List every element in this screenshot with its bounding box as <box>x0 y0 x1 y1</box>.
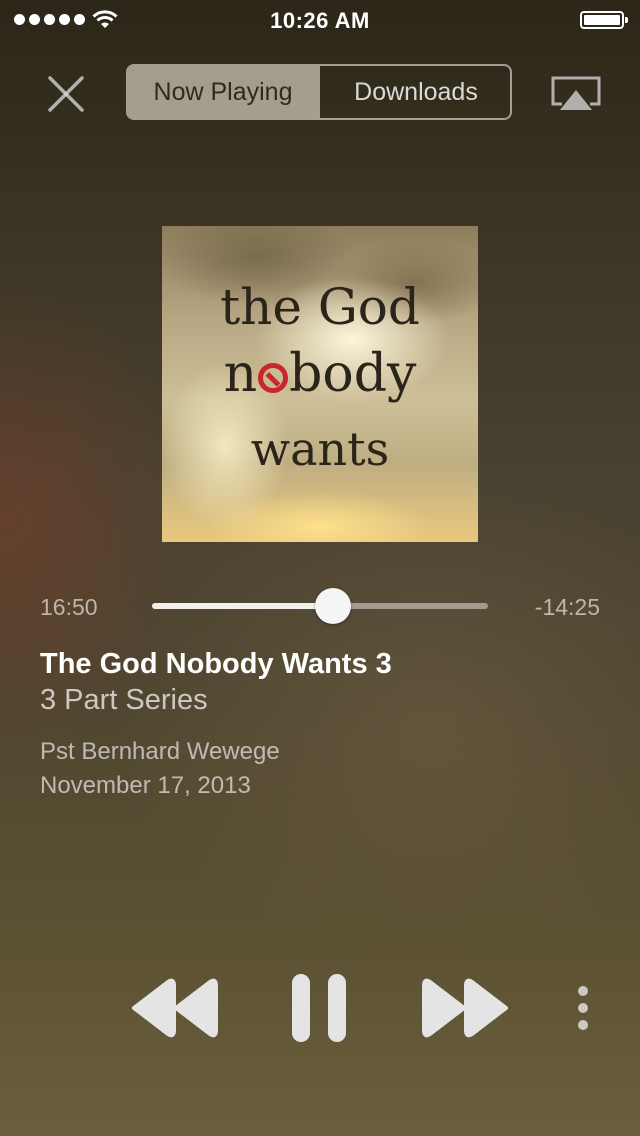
close-icon <box>48 76 84 112</box>
track-date: November 17, 2013 <box>40 772 251 799</box>
artwork-title-line: the God <box>220 278 420 336</box>
track-title: The God Nobody Wants 3 <box>40 648 392 680</box>
status-time: 10:26 AM <box>270 8 370 33</box>
pause-button[interactable] <box>290 974 350 1042</box>
time-remaining: -14:25 <box>534 594 600 620</box>
fast-forward-button[interactable] <box>420 978 510 1038</box>
progress-fill <box>152 603 334 609</box>
artwork-text: n <box>223 344 258 404</box>
pause-icon <box>292 974 346 1042</box>
speaker-name: Pst Bernhard Wewege <box>40 738 280 765</box>
rewind-icon <box>132 978 218 1038</box>
time-elapsed: 16:50 <box>40 594 98 620</box>
more-options-button[interactable] <box>570 984 596 1032</box>
album-artwork: the God n body wants <box>162 226 478 542</box>
airplay-button[interactable] <box>548 72 604 116</box>
progress-thumb[interactable] <box>315 588 352 624</box>
artwork-title-line: wants <box>250 422 390 476</box>
tab-now-playing[interactable]: Now Playing <box>128 66 318 118</box>
artwork-text: body <box>289 344 417 404</box>
close-button[interactable] <box>44 72 88 116</box>
view-segmented-control: Now Playing Downloads <box>126 64 512 120</box>
status-bar: 10:26 AM <box>0 0 640 40</box>
tab-downloads[interactable]: Downloads <box>318 66 510 118</box>
progress-slider[interactable] <box>152 588 488 624</box>
fast-forward-icon <box>422 978 508 1038</box>
prohibited-icon <box>258 363 289 393</box>
artwork-title-line: n body <box>162 344 478 404</box>
battery-full-icon <box>580 11 628 29</box>
series-name: 3 Part Series <box>40 684 208 716</box>
airplay-icon <box>551 76 601 110</box>
rewind-button[interactable] <box>130 978 220 1038</box>
